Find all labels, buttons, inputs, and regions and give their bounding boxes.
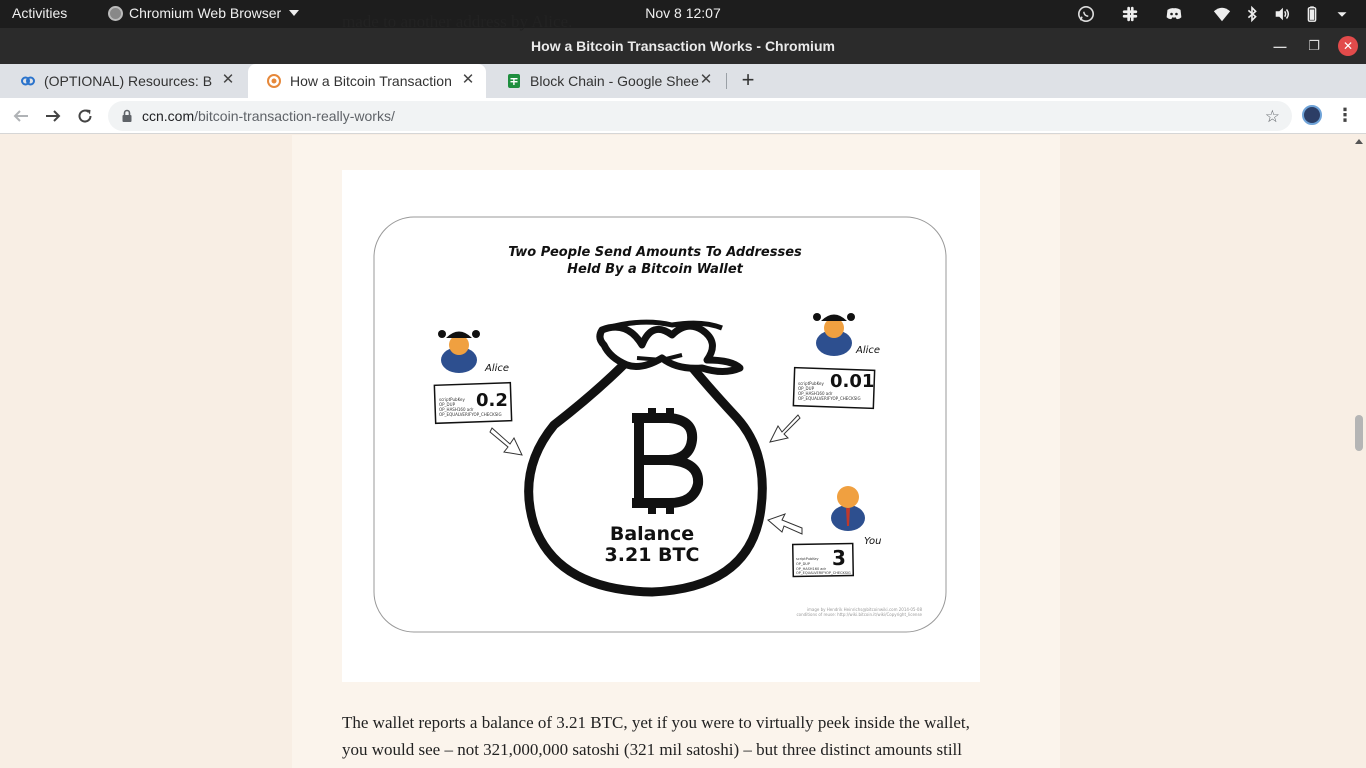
- sender-amount: 0.2: [476, 390, 508, 411]
- script-line: OP_EQUALVERIFYOP_CHECKSIG: [796, 571, 851, 575]
- ccn-icon: [266, 73, 282, 89]
- wallet-diagram: Two People Send Amounts To Addresses Hel…: [373, 216, 947, 633]
- close-window-icon[interactable]: ✕: [1338, 36, 1358, 56]
- bookmark-star-icon[interactable]: ☆: [1265, 107, 1280, 127]
- tab-label: (OPTIONAL) Resources: B: [44, 73, 213, 89]
- activities-button[interactable]: Activities: [12, 5, 67, 21]
- google-sheets-icon: [506, 73, 522, 89]
- minimize-icon[interactable]: —: [1270, 36, 1290, 56]
- battery-icon[interactable]: [1302, 4, 1322, 24]
- forward-button[interactable]: [42, 105, 64, 127]
- address-bar[interactable]: ccn.com/bitcoin-transaction-really-works…: [108, 101, 1292, 131]
- script-line: OP_DUP: [796, 562, 810, 566]
- bluetooth-icon[interactable]: [1242, 4, 1262, 24]
- scrollbar-thumb[interactable]: [1355, 415, 1363, 451]
- sender-name: You: [864, 536, 881, 547]
- url-path: /bitcoin-transaction-really-works/: [194, 108, 395, 124]
- slack-icon[interactable]: [1120, 4, 1140, 24]
- sender-amount: 3: [832, 546, 846, 570]
- reload-button[interactable]: [74, 105, 96, 127]
- image-credit: conditions of reuse: http://wiki.bitcoin…: [796, 612, 922, 617]
- close-tab-icon[interactable]: ✕: [460, 72, 476, 88]
- article-paragraph-bottom: The wallet reports a balance of 3.21 BTC…: [342, 713, 970, 759]
- tab-bitcoin-transaction[interactable]: How a Bitcoin Transaction ✕: [248, 64, 486, 98]
- sender-name: Alice: [855, 345, 880, 356]
- browser-toolbar: ccn.com/bitcoin-transaction-really-works…: [0, 98, 1366, 134]
- arrow-left-icon: [13, 110, 28, 122]
- back-button[interactable]: [10, 105, 32, 127]
- tab-separator: [726, 73, 727, 89]
- kebab-menu-icon[interactable]: ⋮: [1336, 105, 1354, 127]
- sender-name: Alice: [484, 363, 509, 374]
- power-menu-icon[interactable]: [1332, 4, 1352, 24]
- volume-icon[interactable]: [1272, 4, 1292, 24]
- maximize-icon[interactable]: ❐: [1304, 36, 1324, 56]
- article-paragraph-top: made to another address by Alice.: [342, 12, 573, 31]
- bitcoin-wallet-figure: Two People Send Amounts To Addresses Hel…: [342, 170, 980, 682]
- lock-icon[interactable]: [120, 109, 134, 123]
- tab-block-chain-sheet[interactable]: Block Chain - Google Shee ✕: [488, 64, 724, 98]
- script-line: OP_EQUALVERIFYOP_CHECKSIG: [798, 396, 861, 401]
- discord-icon[interactable]: [1164, 4, 1184, 24]
- close-tab-icon[interactable]: ✕: [220, 72, 236, 88]
- script-line: scriptPubKey: [796, 557, 819, 561]
- figure-title-line1: Two People Send Amounts To Addresses: [508, 245, 802, 260]
- window-title: How a Bitcoin Transaction Works - Chromi…: [531, 38, 835, 54]
- chromium-icon: [108, 5, 123, 21]
- page-scrollbar[interactable]: [1352, 135, 1366, 768]
- app-menu[interactable]: Chromium Web Browser: [108, 5, 300, 21]
- sender-amount: 0.01: [830, 371, 874, 392]
- wifi-icon[interactable]: [1212, 4, 1232, 24]
- balance-value: 3.21 BTC: [605, 544, 700, 566]
- tab-label: How a Bitcoin Transaction: [290, 73, 452, 89]
- figure-title-line2: Held By a Bitcoin Wallet: [567, 262, 744, 277]
- balance-label: Balance: [610, 523, 694, 545]
- url-domain: ccn.com: [142, 108, 195, 124]
- chevron-down-icon: [289, 10, 300, 16]
- whatsapp-icon[interactable]: [1076, 4, 1096, 24]
- script-line: OP_EQUALVERIFYOP_CHECKSIG: [439, 412, 502, 417]
- system-tray[interactable]: [1076, 4, 1352, 24]
- url-text[interactable]: ccn.com/bitcoin-transaction-really-works…: [142, 108, 395, 124]
- arrow-right-icon: [46, 110, 61, 122]
- tab-resources[interactable]: (OPTIONAL) Resources: B ✕: [2, 64, 246, 98]
- app-name: Chromium Web Browser: [129, 5, 282, 21]
- reload-icon: [78, 109, 92, 123]
- scroll-up-icon[interactable]: [1355, 139, 1363, 144]
- profile-avatar[interactable]: [1302, 105, 1322, 125]
- tab-strip: (OPTIONAL) Resources: B ✕ How a Bitcoin …: [0, 64, 1366, 98]
- new-tab-button[interactable]: +: [736, 69, 760, 93]
- close-tab-icon[interactable]: ✕: [698, 72, 714, 88]
- coursera-icon: [20, 73, 36, 89]
- tab-label: Block Chain - Google Shee: [530, 73, 699, 89]
